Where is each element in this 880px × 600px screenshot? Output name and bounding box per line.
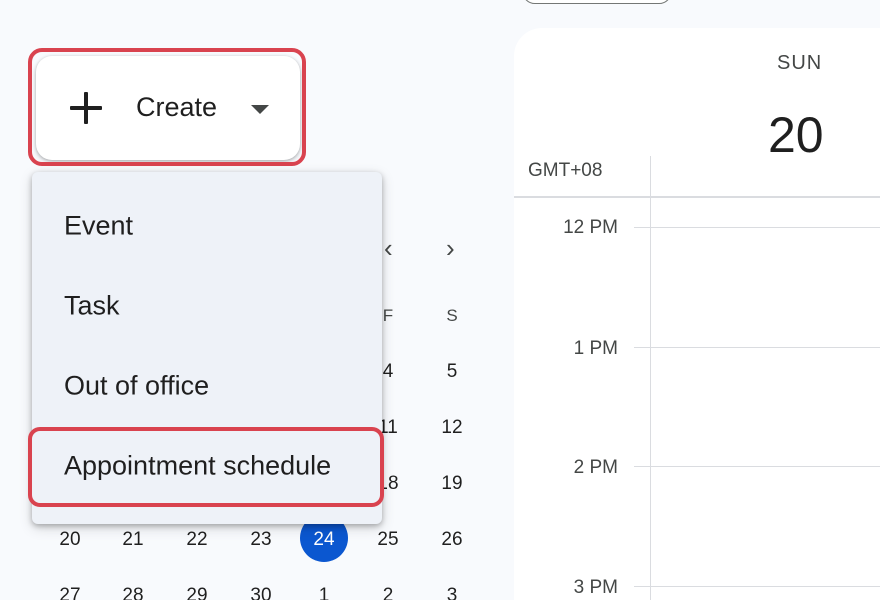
create-menu: Event Task Out of office Appointment sch…: [32, 172, 382, 524]
create-button[interactable]: Create: [36, 56, 300, 160]
calendar-day[interactable]: 22: [172, 529, 222, 551]
menu-item-label: Out of office: [64, 370, 210, 401]
hour-label: 1 PM: [573, 338, 618, 359]
calendar-day[interactable]: 29: [172, 585, 222, 600]
calendar-day[interactable]: 19: [427, 473, 477, 495]
menu-item-out-of-office[interactable]: Out of office: [32, 348, 382, 428]
hour-label: 12 PM: [563, 217, 618, 238]
calendar-day[interactable]: 27: [45, 585, 95, 600]
plus-icon: [70, 92, 102, 124]
calendar-day[interactable]: 26: [427, 529, 477, 551]
calendar-day[interactable]: 21: [108, 529, 158, 551]
menu-item-label: Task: [64, 290, 120, 321]
day-header-number[interactable]: 20: [768, 106, 824, 164]
calendar-day[interactable]: 1: [299, 585, 349, 600]
calendar-day[interactable]: 20: [45, 529, 95, 551]
calendar-day-today[interactable]: 24: [299, 529, 349, 551]
timezone-label: GMT+08: [528, 160, 603, 181]
chevron-right-icon[interactable]: ›: [446, 233, 455, 264]
top-pill-button[interactable]: [522, 0, 672, 4]
hour-gridline: [634, 347, 880, 348]
hour-label: 3 PM: [573, 577, 618, 598]
menu-item-appointment-schedule[interactable]: Appointment schedule: [32, 428, 382, 508]
hour-gridline: [634, 227, 880, 228]
menu-item-task[interactable]: Task: [32, 268, 382, 348]
day-header-name: SUN: [777, 52, 823, 74]
calendar-day[interactable]: 3: [427, 585, 477, 600]
calendar-day[interactable]: 5: [427, 361, 477, 383]
menu-item-label: Appointment schedule: [64, 450, 332, 481]
menu-item-event[interactable]: Event: [32, 188, 382, 268]
weekday-header-sat: S: [446, 306, 458, 325]
menu-item-label: Event: [64, 210, 134, 241]
hour-label: 2 PM: [573, 457, 618, 478]
header-divider: [514, 196, 880, 198]
calendar-day[interactable]: 2: [363, 585, 413, 600]
day-view-panel: [514, 28, 880, 600]
caret-down-icon[interactable]: [251, 105, 269, 114]
calendar-day[interactable]: 28: [108, 585, 158, 600]
calendar-day[interactable]: 23: [236, 529, 286, 551]
create-button-label: Create: [136, 92, 218, 122]
hour-gridline: [634, 586, 880, 587]
time-column-divider: [650, 156, 651, 600]
calendar-day[interactable]: 12: [427, 417, 477, 439]
chevron-left-icon[interactable]: ‹: [384, 233, 393, 264]
calendar-day[interactable]: 25: [363, 529, 413, 551]
calendar-day[interactable]: 30: [236, 585, 286, 600]
hour-gridline: [634, 466, 880, 467]
